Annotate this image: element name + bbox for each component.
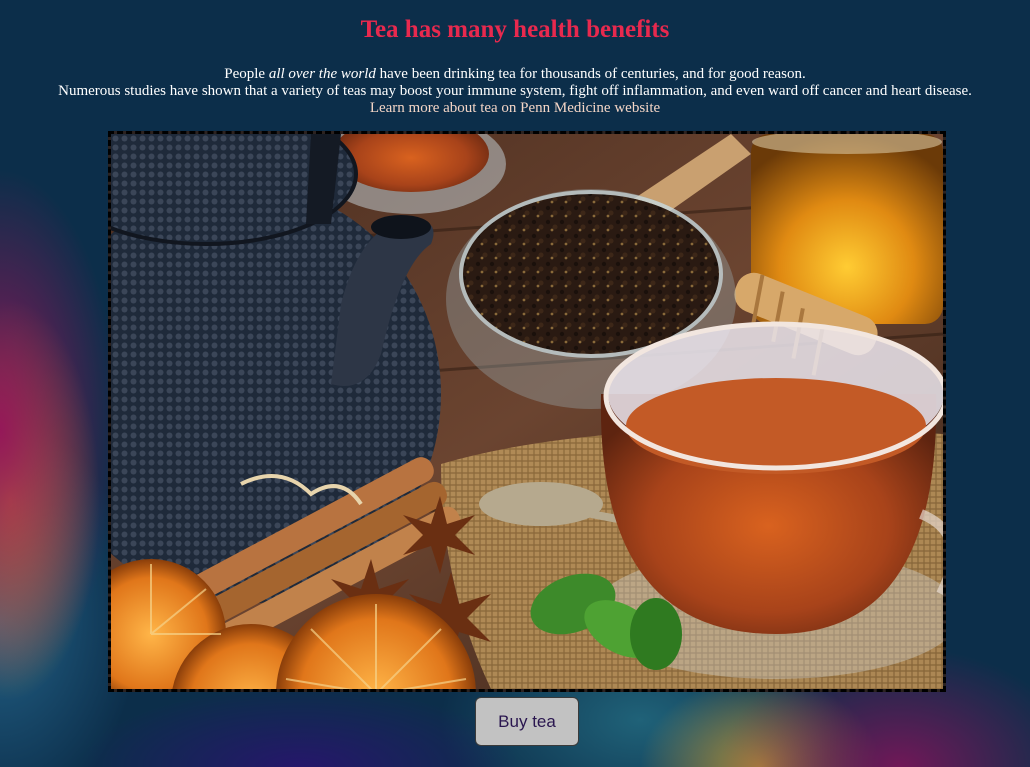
intro-text: People all over the world have been drin…	[0, 66, 1030, 117]
tea-hero-image	[108, 131, 946, 692]
buy-tea-button[interactable]: Buy tea	[475, 697, 579, 746]
intro-line1-start: People	[224, 66, 269, 82]
intro-line2: Numerous studies have shown that a varie…	[58, 83, 972, 99]
penn-medicine-link[interactable]: Learn more about tea on Penn Medicine we…	[370, 100, 660, 116]
page-title: Tea has many health benefits	[360, 16, 670, 43]
intro-emphasis: all over the world	[268, 66, 376, 82]
intro-line1-end: have been drinking tea for thousands of …	[375, 66, 806, 82]
